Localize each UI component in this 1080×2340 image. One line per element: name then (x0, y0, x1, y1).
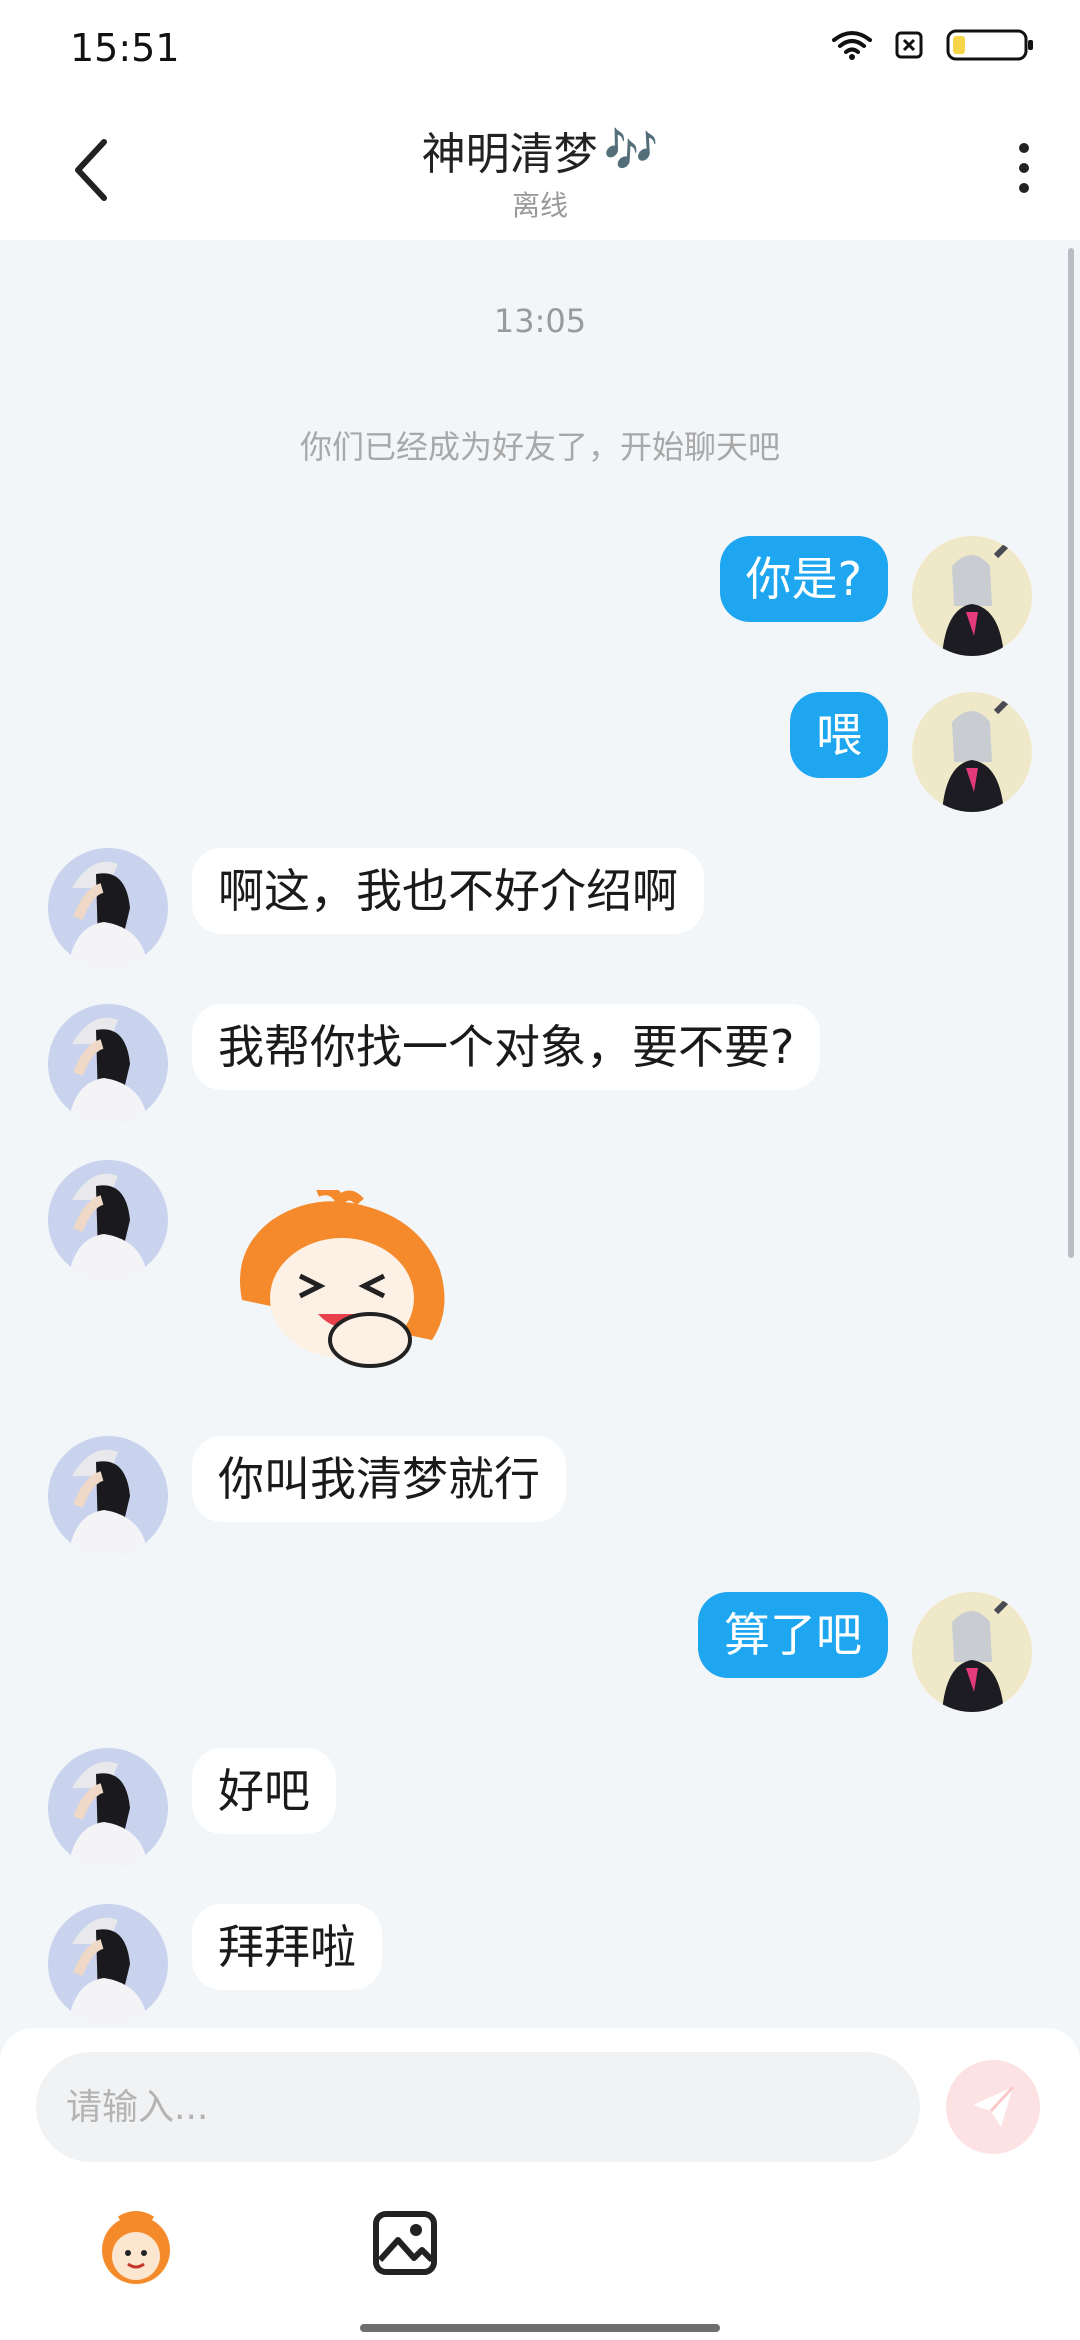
message-bubble[interactable]: 算了吧 (698, 1592, 888, 1678)
status-bar: 15:51 (0, 0, 1080, 96)
my-avatar[interactable] (912, 536, 1032, 656)
contact-avatar[interactable] (48, 1160, 168, 1280)
my-avatar[interactable] (912, 692, 1032, 812)
mascot-emoji-icon[interactable] (90, 2206, 182, 2290)
chat-header: 神明清梦 🎶 离线 (0, 96, 1080, 240)
laughing-mascot-sticker[interactable] (222, 1185, 472, 1380)
message-bubble[interactable]: 拜拜啦 (192, 1904, 382, 1990)
message-bubble[interactable]: 好吧 (192, 1748, 336, 1834)
contact-avatar[interactable] (48, 1436, 168, 1556)
home-indicator[interactable] (360, 2324, 720, 2332)
send-button[interactable] (946, 2060, 1040, 2154)
chat-messages[interactable]: 13:05 你们已经成为好友了，开始聊天吧 你是? 喂啊这，我也不好介绍啊我帮你找… (0, 240, 1080, 2030)
wifi-icon (832, 31, 872, 60)
contact-avatar[interactable] (48, 848, 168, 968)
friend-added-notice: 你们已经成为好友了，开始聊天吧 (299, 428, 780, 466)
send-plane-icon (973, 2085, 1015, 2127)
status-time: 15:51 (70, 26, 180, 70)
message-input[interactable] (36, 2052, 920, 2162)
input-panel (0, 2028, 1080, 2340)
message-bubble[interactable]: 你叫我清梦就行 (192, 1436, 566, 1522)
battery-icon (946, 29, 1033, 61)
contact-avatar[interactable] (48, 1004, 168, 1124)
image-icon[interactable] (370, 2208, 440, 2278)
contact-name-text: 神明清梦 (421, 129, 598, 180)
status-icons (832, 28, 1036, 62)
contact-avatar[interactable] (48, 1904, 168, 2024)
contact-avatar[interactable] (48, 1748, 168, 1868)
contact-name: 神明清梦 🎶 (422, 118, 659, 182)
sim-off-icon (895, 31, 923, 59)
message-bubble[interactable]: 你是? (719, 536, 888, 622)
message-bubble[interactable]: 啊这，我也不好介绍啊 (192, 848, 704, 934)
more-vertical-icon[interactable] (1004, 138, 1044, 198)
my-avatar[interactable] (912, 1592, 1032, 1712)
message-bubble[interactable]: 喂 (790, 692, 888, 778)
message-time-label: 13:05 (493, 302, 587, 340)
contact-status: 离线 (511, 189, 568, 222)
chat-scrollbar[interactable] (1068, 248, 1074, 1258)
title-block: 神明清梦 🎶 离线 (0, 118, 1080, 224)
music-notes-emoji: 🎶 (603, 125, 659, 176)
message-bubble[interactable]: 我帮你找一个对象，要不要? (192, 1004, 821, 1090)
